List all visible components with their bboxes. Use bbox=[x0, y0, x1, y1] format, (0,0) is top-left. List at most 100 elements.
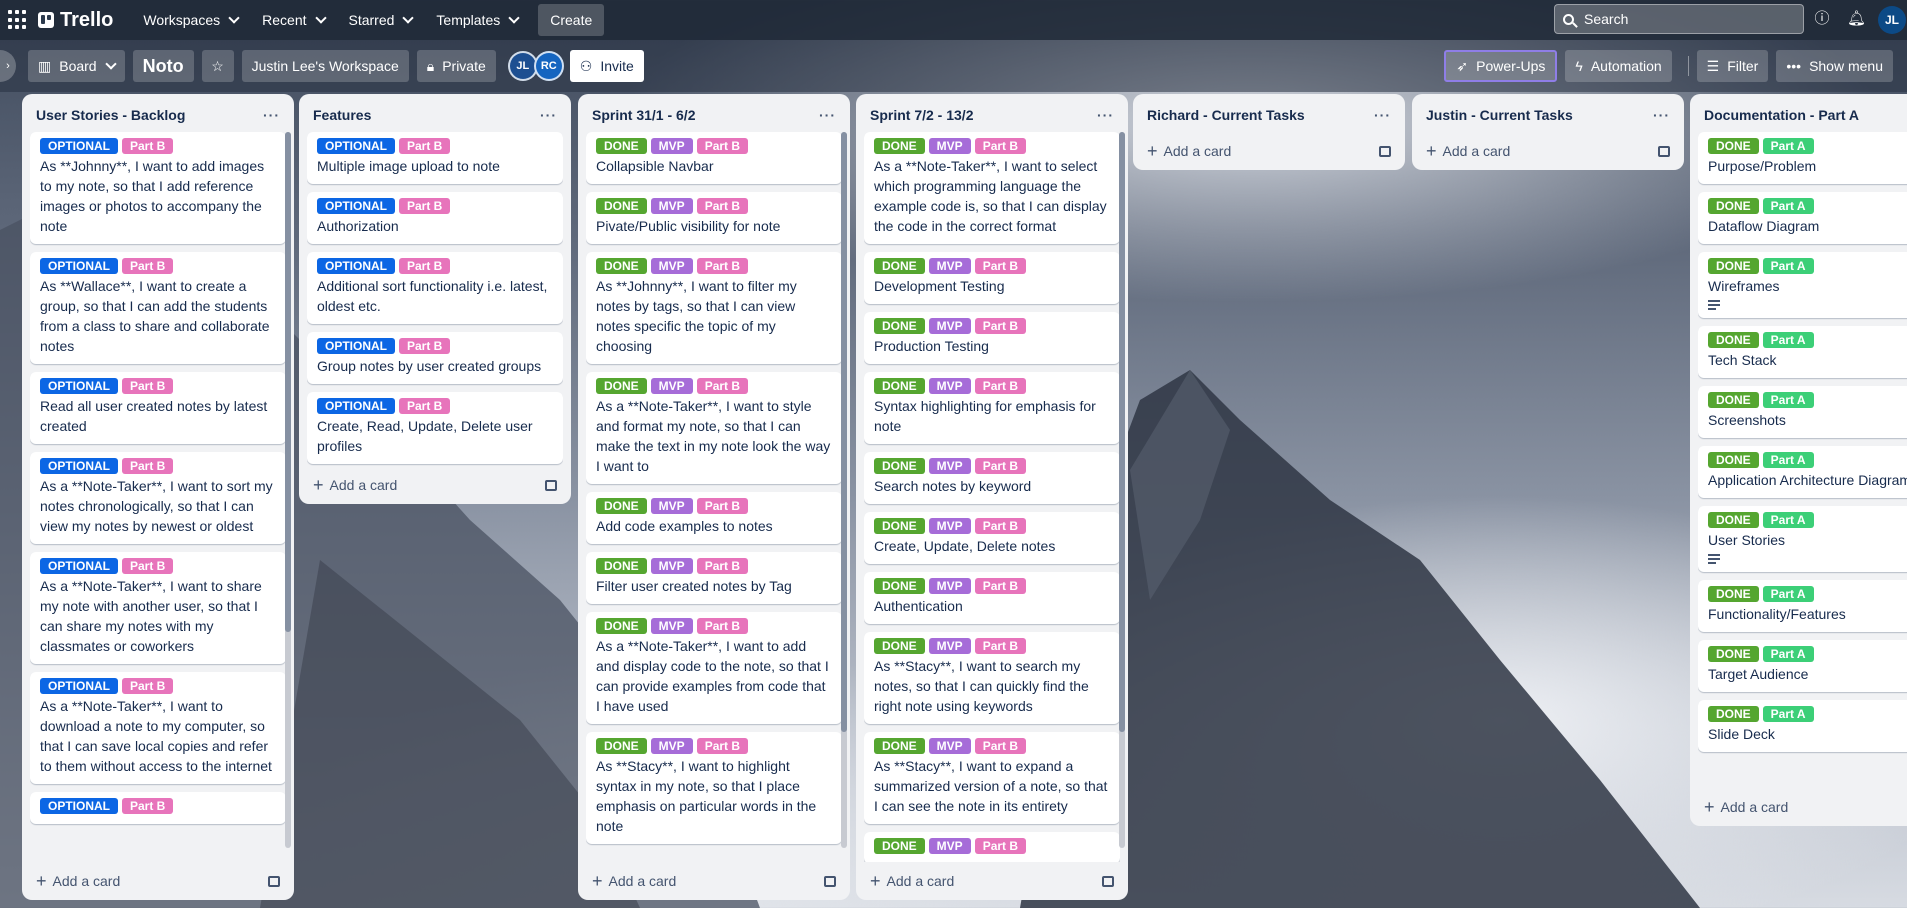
card-label[interactable]: DONE bbox=[1708, 258, 1759, 274]
add-card-button[interactable]: + Add a card bbox=[1698, 788, 1907, 826]
card[interactable]: DONE MVP Part B Search notes by keyword bbox=[864, 452, 1120, 504]
card-label[interactable]: MVP bbox=[650, 558, 693, 574]
show-menu-button[interactable]: ••• Show menu bbox=[1776, 50, 1893, 82]
add-card-button[interactable]: + Add a card bbox=[864, 862, 1120, 900]
card[interactable]: OPTIONAL Part B Authorization bbox=[307, 192, 563, 244]
list-header[interactable]: User Stories - Backlog ··· bbox=[30, 102, 286, 128]
card-label[interactable]: DONE bbox=[874, 578, 925, 594]
card-label[interactable]: DONE bbox=[1708, 332, 1759, 348]
list-header[interactable]: Justin - Current Tasks ··· bbox=[1420, 102, 1676, 128]
list-title[interactable]: Richard - Current Tasks bbox=[1147, 107, 1305, 123]
card-label[interactable]: MVP bbox=[928, 838, 971, 854]
card[interactable]: DONE MVP Part B Filter user created notes b… bbox=[586, 552, 842, 604]
card-label[interactable]: Part B bbox=[399, 338, 451, 354]
card-label[interactable]: Part B bbox=[974, 838, 1027, 854]
card-label[interactable]: DONE bbox=[1708, 452, 1759, 468]
card-label[interactable]: Part B bbox=[696, 138, 749, 154]
card[interactable]: DONE MVP Part B Create, Update, Delete note… bbox=[864, 512, 1120, 564]
card-label[interactable]: MVP bbox=[928, 738, 971, 754]
card[interactable]: DONE Part A Dataflow Diagram bbox=[1698, 192, 1907, 244]
card[interactable]: DONE MVP Part B Pivate/Public visibility fo… bbox=[586, 192, 842, 244]
add-card-button[interactable]: + Add a card bbox=[1141, 132, 1397, 170]
app-switcher-icon[interactable] bbox=[6, 8, 30, 32]
card-label[interactable]: Part A bbox=[1762, 258, 1814, 274]
card-label[interactable]: Part B bbox=[974, 738, 1027, 754]
board-view-switcher[interactable]: ▥ Board bbox=[28, 50, 125, 82]
templates-menu-button[interactable]: Templates bbox=[426, 4, 528, 36]
create-from-template-icon[interactable] bbox=[545, 479, 557, 491]
card-label[interactable]: Part B bbox=[974, 518, 1027, 534]
list-menu-icon[interactable]: ··· bbox=[263, 107, 280, 123]
create-from-template-icon[interactable] bbox=[1379, 145, 1391, 157]
list[interactable]: Sprint 7/2 - 13/2 ··· DONE MVP Part B As a **… bbox=[856, 94, 1128, 900]
card[interactable]: DONE MVP Part B Add code examples to notes bbox=[586, 492, 842, 544]
card-label[interactable]: OPTIONAL bbox=[40, 258, 118, 274]
list-menu-icon[interactable]: ··· bbox=[1374, 107, 1391, 123]
card[interactable]: DONE MVP Part B Production Testing bbox=[864, 312, 1120, 364]
card[interactable]: OPTIONAL Part B Read all user created note… bbox=[30, 372, 286, 444]
card-label[interactable]: DONE bbox=[596, 558, 647, 574]
add-card-button[interactable]: + Add a card bbox=[1420, 132, 1676, 170]
card-label[interactable]: Part B bbox=[696, 618, 749, 634]
card-label[interactable]: Part B bbox=[974, 578, 1027, 594]
card-label[interactable]: Part B bbox=[974, 138, 1027, 154]
card-label[interactable]: DONE bbox=[874, 458, 925, 474]
list[interactable]: User Stories - Backlog ··· OPTIONAL Part BA… bbox=[22, 94, 294, 900]
info-icon[interactable]: ⓘ bbox=[1813, 10, 1831, 28]
card[interactable]: DONE Part A Functionality/Features bbox=[1698, 580, 1907, 632]
card-label[interactable]: Part B bbox=[122, 798, 174, 814]
card-label[interactable]: Part B bbox=[974, 458, 1027, 474]
card-label[interactable]: Part B bbox=[696, 558, 749, 574]
create-from-template-icon[interactable] bbox=[1658, 145, 1670, 157]
card-label[interactable]: DONE bbox=[1708, 198, 1759, 214]
board-title[interactable]: Noto bbox=[132, 50, 194, 82]
card-label[interactable]: Part B bbox=[399, 198, 451, 214]
card[interactable]: DONE Part A Slide Deck bbox=[1698, 700, 1907, 752]
list-title[interactable]: Justin - Current Tasks bbox=[1426, 107, 1573, 123]
card-label[interactable]: Part A bbox=[1762, 452, 1814, 468]
list[interactable]: Features ··· OPTIONAL Part B Multiple image … bbox=[299, 94, 571, 504]
card-label[interactable]: MVP bbox=[650, 258, 693, 274]
card-label[interactable]: DONE bbox=[596, 618, 647, 634]
card-label[interactable]: Part B bbox=[399, 258, 451, 274]
card-label[interactable]: OPTIONAL bbox=[40, 378, 118, 394]
card[interactable]: DONE MVP Part B Authentication bbox=[864, 572, 1120, 624]
card-label[interactable]: DONE bbox=[596, 738, 647, 754]
card[interactable]: DONE MVP Part B Collapsible Navbar bbox=[586, 132, 842, 184]
card-label[interactable]: DONE bbox=[1708, 586, 1759, 602]
card[interactable]: DONE Part A Tech Stack bbox=[1698, 326, 1907, 378]
card-label[interactable]: Part A bbox=[1762, 646, 1814, 662]
card-label[interactable]: OPTIONAL bbox=[40, 798, 118, 814]
list-menu-icon[interactable]: ··· bbox=[1653, 107, 1670, 123]
list-menu-icon[interactable]: ··· bbox=[819, 107, 836, 123]
card-label[interactable]: MVP bbox=[928, 318, 971, 334]
power-ups-button[interactable]: ➶ Power-Ups bbox=[1444, 50, 1558, 82]
card-label[interactable]: Part A bbox=[1762, 332, 1814, 348]
card[interactable]: OPTIONAL Part B Group notes by user create… bbox=[307, 332, 563, 384]
card-label[interactable]: DONE bbox=[1708, 138, 1759, 154]
list-title[interactable]: Features bbox=[313, 107, 371, 123]
card-label[interactable]: Part B bbox=[696, 738, 749, 754]
card-label[interactable]: Part A bbox=[1762, 138, 1814, 154]
list[interactable]: Sprint 31/1 - 6/2 ··· DONE MVP Part B Collaps… bbox=[578, 94, 850, 900]
account-avatar[interactable]: JL bbox=[1878, 6, 1906, 34]
card-label[interactable]: DONE bbox=[596, 138, 647, 154]
card[interactable]: DONE MVP Part B bbox=[864, 832, 1120, 862]
list-title[interactable]: Documentation - Part A bbox=[1704, 107, 1859, 123]
card[interactable]: DONE MVP Part B As **Stacy**, I want to hig… bbox=[586, 732, 842, 844]
card-label[interactable]: DONE bbox=[1708, 512, 1759, 528]
filter-button[interactable]: ☰ Filter bbox=[1696, 50, 1769, 82]
workspace-button[interactable]: Justin Lee's Workspace bbox=[241, 50, 409, 82]
card-label[interactable]: MVP bbox=[928, 578, 971, 594]
create-from-template-icon[interactable] bbox=[824, 875, 836, 887]
card-label[interactable]: Part B bbox=[696, 498, 749, 514]
list-title[interactable]: Sprint 31/1 - 6/2 bbox=[592, 107, 695, 123]
list-header[interactable]: Richard - Current Tasks ··· bbox=[1141, 102, 1397, 128]
card[interactable]: DONE MVP Part B As **Johnny**, I want to fi… bbox=[586, 252, 842, 364]
card-label[interactable]: Part A bbox=[1762, 512, 1814, 528]
list-header[interactable]: Features ··· bbox=[307, 102, 563, 128]
card[interactable]: OPTIONAL Part B As a **Note-Taker**, I wan… bbox=[30, 552, 286, 664]
create-from-template-icon[interactable] bbox=[1102, 875, 1114, 887]
card-label[interactable]: DONE bbox=[596, 498, 647, 514]
card-label[interactable]: DONE bbox=[874, 318, 925, 334]
